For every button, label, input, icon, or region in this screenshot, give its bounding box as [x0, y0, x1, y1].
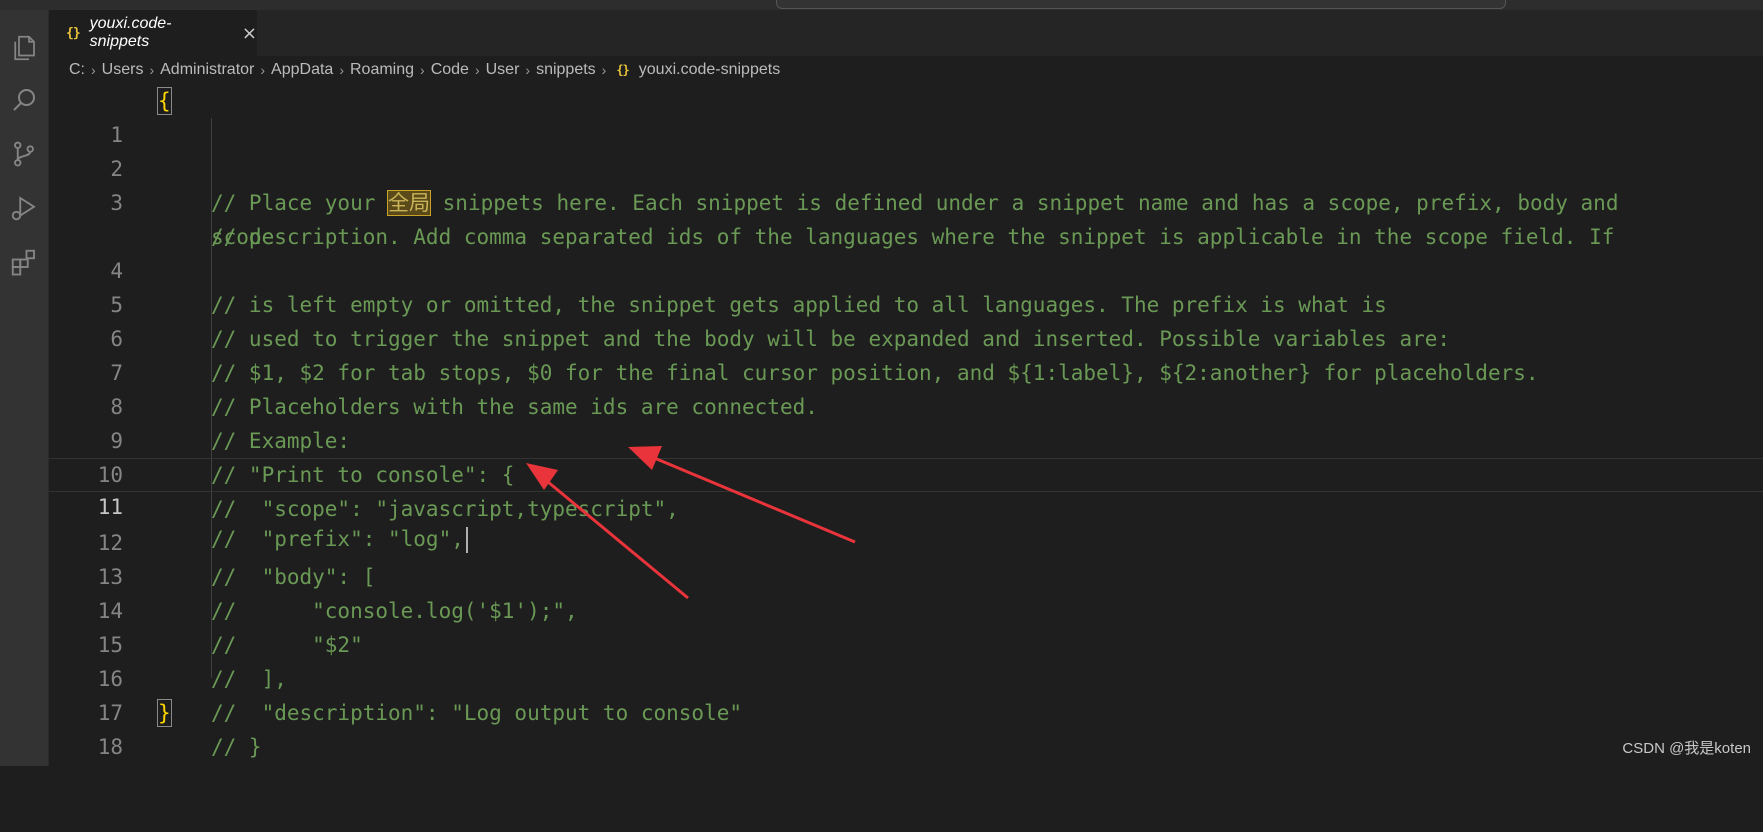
code-line: 3 // description. Add comma separated id…: [49, 152, 1763, 249]
code-line: 9 // "Print to console": {: [49, 390, 1763, 487]
code-text: // }: [211, 735, 262, 759]
breadcrumb-item-appdata[interactable]: AppData: [271, 61, 333, 79]
code-line: 14 // "$2": [49, 560, 1763, 657]
code-line: 4 // is left empty or omitted, the snipp…: [49, 220, 1763, 317]
json-braces-icon: {}: [66, 25, 81, 41]
chevron-right-icon: ›: [525, 62, 531, 78]
tab-bar: {} youxi.code-snippets ×: [49, 10, 1763, 56]
command-center[interactable]: [776, 0, 1506, 9]
activity-bar: [0, 10, 49, 766]
line-number: 18: [97, 735, 123, 759]
code-line: 7 // Placeholders with the same ids are …: [49, 322, 1763, 419]
tab-youxi-code-snippets[interactable]: {} youxi.code-snippets ×: [49, 10, 257, 56]
code-editor[interactable]: 1 { 2 // Place your 全局 snippets here. Ea…: [49, 84, 1763, 759]
code-text: }: [157, 699, 172, 727]
breadcrumb-item-roaming[interactable]: Roaming: [350, 61, 414, 79]
code-line: 6 // $1, $2 for tab stops, $0 for the fi…: [49, 288, 1763, 385]
breadcrumb-item-drive[interactable]: C:: [69, 61, 85, 79]
breadcrumb-item-snippets[interactable]: snippets: [536, 61, 596, 79]
code-line: 17 // }: [49, 662, 1763, 759]
extensions-icon[interactable]: [0, 238, 48, 286]
tab-label: youxi.code-snippets: [89, 15, 172, 50]
code-line-current: 11 // "prefix": "log",: [49, 458, 1763, 553]
breadcrumb: C: › Users › Administrator › AppData › R…: [69, 58, 780, 82]
code-line: 18 }: [49, 696, 1763, 759]
search-icon[interactable]: [0, 76, 48, 124]
breadcrumb-item-code[interactable]: Code: [431, 61, 469, 79]
code-line: 5 // used to trigger the snippet and the…: [49, 254, 1763, 351]
json-braces-icon: {}: [616, 63, 629, 77]
chevron-right-icon: ›: [420, 62, 425, 78]
chevron-right-icon: ›: [260, 62, 266, 78]
run-debug-icon[interactable]: [0, 184, 48, 232]
code-text: {: [157, 87, 172, 115]
code-line: 10 // "scope": "javascript,typescript",: [49, 424, 1763, 521]
breadcrumb-item-file[interactable]: youxi.code-snippets: [639, 61, 780, 79]
code-line-wrap: scope: [49, 186, 1763, 249]
watermark: CSDN @我是koten: [1622, 740, 1751, 757]
chevron-right-icon: ›: [149, 62, 155, 78]
breadcrumb-item-user[interactable]: User: [486, 61, 520, 79]
code-line: 2 // Place your 全局 snippets here. Each s…: [49, 118, 1763, 216]
breadcrumb-item-users[interactable]: Users: [102, 61, 144, 79]
chevron-right-icon: ›: [474, 62, 480, 78]
explorer-icon[interactable]: [0, 24, 48, 72]
code-line: 12 // "body": [: [49, 492, 1763, 589]
code-line: 1 {: [49, 84, 1763, 147]
breadcrumb-item-administrator[interactable]: Administrator: [160, 61, 254, 79]
chevron-right-icon: ›: [601, 62, 607, 78]
close-icon[interactable]: ×: [242, 23, 257, 44]
code-line: 13 // "console.log('$1');",: [49, 526, 1763, 623]
chevron-right-icon: ›: [339, 62, 344, 78]
source-control-icon[interactable]: [0, 130, 48, 178]
chevron-right-icon: ›: [91, 62, 96, 78]
code-line: 15 // ],: [49, 594, 1763, 691]
code-line: 16 // "description": "Log output to cons…: [49, 628, 1763, 725]
code-line: 8 // Example:: [49, 356, 1763, 453]
